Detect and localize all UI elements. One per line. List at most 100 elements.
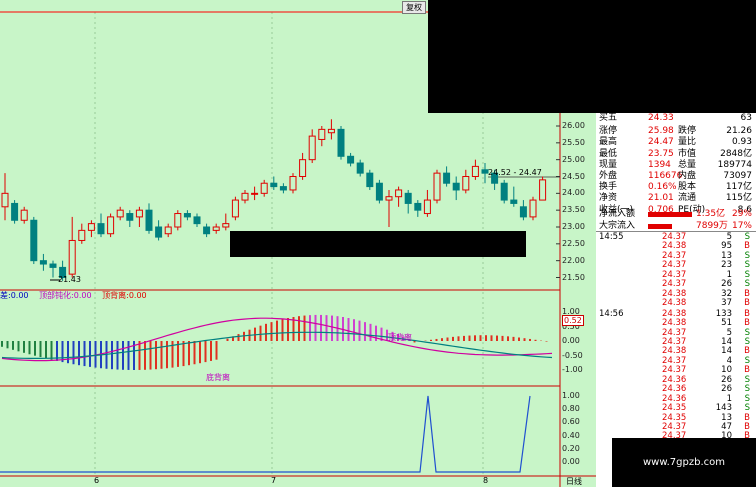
candle-body <box>20 209 28 221</box>
quote-value: 189774 <box>717 159 752 170</box>
flow-label: 净流入额 <box>599 209 636 219</box>
flow-bar <box>648 224 672 229</box>
redaction-top-right <box>428 0 756 113</box>
candle-body <box>107 216 115 235</box>
quote-row: 最低 23.75 市值 2848亿 <box>596 149 756 160</box>
watermark: www.7gpzb.com <box>612 438 756 487</box>
candle-body <box>433 172 441 201</box>
candle-body <box>289 176 297 191</box>
quote-label: 总量 <box>678 159 697 170</box>
candle-body <box>251 192 259 195</box>
quote-label: 买五 <box>599 113 618 123</box>
tick-price: 24.38 <box>662 318 687 329</box>
candle-body <box>1 192 9 208</box>
quote-row: 买五 24.33 63 <box>596 113 756 124</box>
candle-body <box>471 165 479 177</box>
candle-body <box>164 226 172 235</box>
fuquan-button[interactable]: 复权 <box>402 1 426 14</box>
flow-pct: 29% <box>731 209 752 219</box>
candle-body <box>87 223 95 231</box>
candle-body <box>270 182 278 188</box>
price-tick: 24.50 <box>562 171 585 181</box>
candle-body <box>49 263 57 268</box>
candle-body <box>510 199 518 204</box>
range-label: 24.52 - 24.47 <box>488 168 542 177</box>
quote-label: 现量 <box>599 159 618 170</box>
quote-label: 最高 <box>599 137 618 148</box>
legend-divergence-label: 顶背离: <box>102 291 129 300</box>
candle-body <box>452 182 460 191</box>
tick-price: 24.38 <box>662 298 687 309</box>
candle-body <box>366 172 374 188</box>
quote-value: 117亿 <box>725 182 752 193</box>
quote-value: 23.75 <box>648 148 674 159</box>
candle-body <box>97 223 105 235</box>
candle-body <box>395 189 403 198</box>
osc-tick: 0.40 <box>562 430 580 440</box>
candle-body <box>539 179 547 201</box>
x-label-8: 8 <box>483 476 489 485</box>
candle-body <box>337 128 345 157</box>
legend-top-label: 顶部钝化: <box>39 291 74 300</box>
candle-body <box>241 192 249 201</box>
tick-volume: 143 <box>715 403 732 414</box>
candle-body <box>519 206 527 218</box>
candle-body <box>30 219 38 262</box>
period-label[interactable]: 日线 <box>566 476 582 487</box>
candle-body <box>135 209 143 218</box>
candle-body <box>414 202 422 211</box>
quote-row: 现量 1394 总量 189774 <box>596 160 756 171</box>
candle-body <box>116 209 124 218</box>
candle-body <box>39 260 47 265</box>
quote-value: 21.26 <box>726 126 752 137</box>
quote-panel: 买五 24.33 63 涨停 25.98 跌停 21.26 最高 24.47 量比 0.93 最低 23… <box>596 113 756 487</box>
legend-dif-label: 差: <box>0 291 11 300</box>
tick-time: 14:56 <box>599 308 624 319</box>
quote-value: 21.01 <box>648 193 674 204</box>
candle-body <box>183 213 191 218</box>
quote-label: 换手 <box>599 182 618 193</box>
tick-time: 14:55 <box>599 232 624 242</box>
divider <box>596 231 756 232</box>
quote-row: 外盘 116676 内盘 73097 <box>596 171 756 182</box>
candle-body <box>299 159 307 178</box>
quote-value: 0.93 <box>731 137 752 148</box>
price-tick: 26.00 <box>562 121 585 130</box>
macd-tick: -1.00 <box>562 365 583 374</box>
candle-body <box>423 199 431 215</box>
candle-body <box>308 135 316 161</box>
macd-tick: 0.00 <box>562 336 580 345</box>
candle-body <box>78 229 86 241</box>
quote-value: 1394 <box>648 159 671 170</box>
candle-body <box>193 216 201 225</box>
tick-volume: 37 <box>721 298 732 309</box>
candle-body <box>126 213 134 221</box>
candle-body <box>222 223 230 228</box>
osc-tick: 0.80 <box>562 404 580 414</box>
quote-value: 63 <box>740 113 752 123</box>
price-tick: 23.00 <box>562 222 585 231</box>
quote-value: 115亿 <box>725 193 752 204</box>
quote-value: 25.98 <box>648 126 674 137</box>
candle-body <box>260 182 268 194</box>
quote-label: 跌停 <box>678 126 697 137</box>
price-tick: 22.00 <box>562 255 585 265</box>
quote-label: 市值 <box>678 148 697 159</box>
price-tick: 25.50 <box>562 137 585 147</box>
candle-body <box>375 182 383 201</box>
price-tick: 21.50 <box>562 272 585 282</box>
osc-tick: 0.00 <box>562 457 580 466</box>
osc-tick: 1.00 <box>562 391 580 400</box>
candle-body <box>212 226 220 231</box>
legend-dif-value: 0.00 <box>10 291 29 300</box>
flow-bar <box>648 212 692 217</box>
quote-row: 涨停 25.98 跌停 21.26 <box>596 126 756 137</box>
osc-line <box>0 395 531 473</box>
quote-row: 净资 21.01 流通 115亿 <box>596 193 756 204</box>
candle-body <box>155 226 163 238</box>
top-divergence-label: 顶背离 <box>388 333 412 342</box>
candle-body <box>231 199 239 218</box>
candle-body <box>145 209 153 231</box>
quote-value: 24.33 <box>648 113 674 123</box>
candle-body <box>404 192 412 204</box>
